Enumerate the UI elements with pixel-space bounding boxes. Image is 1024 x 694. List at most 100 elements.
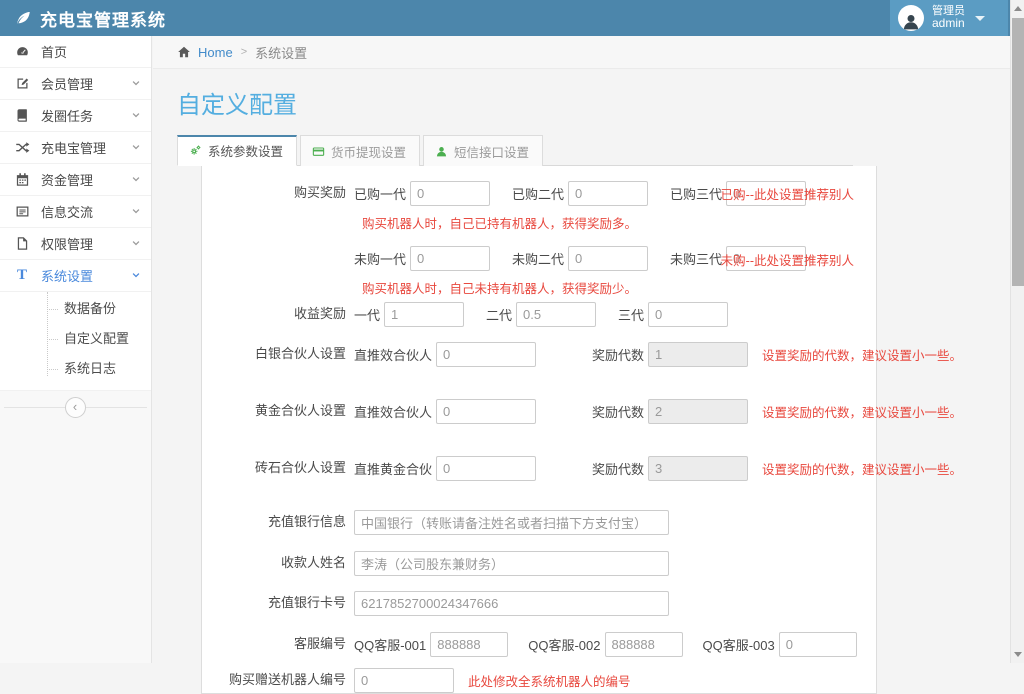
sidebar-item-label: 系统设置 bbox=[41, 266, 131, 285]
tab-label: 短信接口设置 bbox=[454, 142, 529, 161]
chevron-down-icon bbox=[131, 108, 141, 123]
inline-label: QQ客服-003 bbox=[703, 635, 775, 654]
main-content: Home > 系统设置 自定义配置 系统参数设置 货币提现设置 短信接口设置 购… bbox=[153, 36, 1010, 663]
gift-robot-input[interactable] bbox=[354, 668, 454, 693]
sidebar-item-members[interactable]: 会员管理 bbox=[0, 68, 151, 100]
qq-003-input[interactable] bbox=[779, 632, 857, 657]
inline-label: QQ客服-001 bbox=[354, 635, 426, 654]
breadcrumb: Home > 系统设置 bbox=[153, 36, 1010, 69]
income-gen2-input[interactable] bbox=[516, 302, 596, 327]
inline-label: 奖励代数 bbox=[592, 345, 644, 364]
field-label: 白银合伙人设置 bbox=[202, 341, 354, 367]
inline-label: 直推黄金合伙 bbox=[354, 459, 432, 478]
submenu-item-data-backup[interactable]: 数据备份 bbox=[0, 294, 151, 324]
home-icon bbox=[177, 45, 191, 59]
sidebar-item-system-settings[interactable]: T 系统设置 bbox=[0, 260, 151, 292]
unbought-gen2-input[interactable] bbox=[568, 246, 648, 271]
inline-label: 已购二代 bbox=[512, 184, 564, 203]
sidebar-item-home[interactable]: 首页 bbox=[0, 36, 151, 68]
qq-001-input[interactable] bbox=[430, 632, 508, 657]
chevron-down-icon bbox=[131, 76, 141, 91]
breadcrumb-current: 系统设置 bbox=[255, 43, 307, 62]
scrollbar-thumb[interactable] bbox=[1012, 18, 1024, 286]
caret-down-icon bbox=[975, 16, 985, 21]
scroll-down-arrow-icon[interactable] bbox=[1014, 652, 1022, 657]
bank-card-input[interactable] bbox=[354, 591, 669, 616]
note-text: 设置奖励的代数，建议设置小一些。 bbox=[762, 402, 962, 421]
newspaper-icon bbox=[14, 204, 30, 220]
income-gen3-input[interactable] bbox=[648, 302, 728, 327]
field-label: 黄金合伙人设置 bbox=[202, 398, 354, 424]
submenu-item-system-log[interactable]: 系统日志 bbox=[0, 354, 151, 384]
field-label: 砖石合伙人设置 bbox=[202, 455, 354, 481]
scroll-up-arrow-icon[interactable] bbox=[1014, 6, 1022, 11]
sidebar-item-powerbank[interactable]: 充电宝管理 bbox=[0, 132, 151, 164]
field-label: 客服编号 bbox=[202, 631, 354, 657]
form-row-bank-card: 充值银行卡号 bbox=[202, 590, 864, 616]
app-title: 充电宝管理系统 bbox=[40, 6, 166, 31]
qq-002-input[interactable] bbox=[605, 632, 683, 657]
sidebar-item-tasks[interactable]: 发圈任务 bbox=[0, 100, 151, 132]
admin-name: admin bbox=[932, 17, 965, 30]
page-title: 自定义配置 bbox=[177, 85, 1010, 120]
note-text: 购买机器人时，自己已持有机器人，获得奖励多。 bbox=[362, 213, 864, 232]
inline-label: 未购一代 bbox=[354, 249, 406, 268]
inline-label: 未购三代 bbox=[670, 249, 722, 268]
admin-menu[interactable]: 管理员 admin bbox=[890, 0, 1008, 36]
tab-label: 货币提现设置 bbox=[331, 142, 406, 161]
gold-direct-input[interactable] bbox=[436, 399, 536, 424]
edit-icon bbox=[14, 76, 30, 92]
file-icon bbox=[14, 236, 30, 252]
income-gen1-input[interactable] bbox=[384, 302, 464, 327]
diamond-direct-input[interactable] bbox=[436, 456, 536, 481]
inline-label: 已购一代 bbox=[354, 184, 406, 203]
form-row-diamond-partner: 砖石合伙人设置 直推黄金合伙 奖励代数 设置奖励的代数，建议设置小一些。 bbox=[202, 455, 864, 481]
form-row-income-reward: 收益奖励 一代 二代 三代 bbox=[202, 301, 864, 327]
diamond-generations-input bbox=[648, 456, 748, 481]
tab-sms-interface[interactable]: 短信接口设置 bbox=[423, 135, 543, 166]
sidebar-item-label: 充电宝管理 bbox=[41, 138, 131, 157]
tab-system-params[interactable]: 系统参数设置 bbox=[177, 135, 297, 166]
breadcrumb-home-link[interactable]: Home bbox=[198, 45, 233, 60]
sidebar-item-permissions[interactable]: 权限管理 bbox=[0, 228, 151, 260]
inline-label: 已购三代 bbox=[670, 184, 722, 203]
form-row-silver-partner: 白银合伙人设置 直推效合伙人 奖励代数 设置奖励的代数，建议设置小一些。 bbox=[202, 341, 864, 367]
inline-label: QQ客服-002 bbox=[528, 635, 600, 654]
sidebar-item-funds[interactable]: 资金管理 bbox=[0, 164, 151, 196]
payee-name-input[interactable] bbox=[354, 551, 669, 576]
user-icon bbox=[435, 145, 448, 158]
bank-info-input[interactable] bbox=[354, 510, 669, 535]
avatar bbox=[898, 5, 924, 31]
collapse-sidebar-button[interactable]: ‹ bbox=[65, 397, 86, 418]
dashboard-icon bbox=[14, 44, 30, 60]
sidebar-item-label: 发圈任务 bbox=[41, 106, 131, 125]
silver-direct-input[interactable] bbox=[436, 342, 536, 367]
note-text: 设置奖励的代数，建议设置小一些。 bbox=[762, 345, 962, 364]
inline-label: 三代 bbox=[618, 305, 644, 324]
inline-label: 奖励代数 bbox=[592, 459, 644, 478]
submenu-item-custom-config[interactable]: 自定义配置 bbox=[0, 324, 151, 354]
tab-currency-withdraw[interactable]: 货币提现设置 bbox=[300, 135, 420, 166]
bought-gen2-input[interactable] bbox=[568, 181, 648, 206]
page-scrollbar[interactable] bbox=[1010, 0, 1024, 663]
unbought-gen1-input[interactable] bbox=[410, 246, 490, 271]
gears-icon bbox=[189, 144, 202, 157]
note-text: 设置奖励的代数，建议设置小一些。 bbox=[762, 459, 962, 478]
chevron-down-icon bbox=[131, 172, 141, 187]
settings-tabs: 系统参数设置 货币提现设置 短信接口设置 bbox=[177, 134, 853, 166]
sidebar-collapse-bar: ‹ bbox=[0, 395, 151, 421]
chevron-down-icon bbox=[131, 140, 141, 155]
sidebar: 首页 会员管理 发圈任务 充电宝管理 资金管理 信息交流 bbox=[0, 36, 152, 663]
leaf-logo-icon bbox=[14, 9, 32, 27]
note-text: 购买机器人时，自己未持有机器人，获得奖励少。 bbox=[362, 278, 864, 297]
top-header: 充电宝管理系统 管理员 admin bbox=[0, 0, 1024, 36]
form-row-notbuy-reward: 未购一代 未购二代 未购三代 未购--此处设置推荐别人 bbox=[202, 246, 864, 271]
bought-gen1-input[interactable] bbox=[410, 181, 490, 206]
form-row-buy-reward: 购买奖励 已购一代 已购二代 已购三代 已购--此处设置推荐别人 bbox=[202, 180, 864, 206]
sidebar-item-messages[interactable]: 信息交流 bbox=[0, 196, 151, 228]
credit-card-icon bbox=[312, 145, 325, 158]
inline-label: 未购二代 bbox=[512, 249, 564, 268]
sidebar-item-label: 首页 bbox=[41, 42, 141, 61]
inline-label: 一代 bbox=[354, 305, 380, 324]
chevron-down-icon bbox=[131, 204, 141, 219]
